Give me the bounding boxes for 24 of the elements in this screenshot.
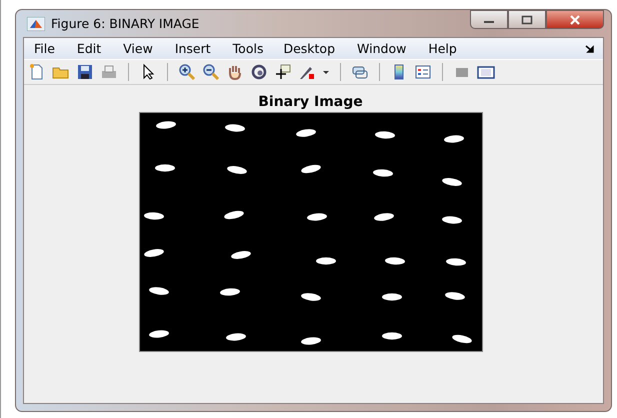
- close-button[interactable]: [546, 10, 604, 29]
- window-title: Figure 6: BINARY IMAGE: [51, 16, 200, 31]
- dock-arrow-icon[interactable]: [585, 44, 595, 54]
- close-icon: [569, 14, 581, 24]
- data-cursor-icon[interactable]: [274, 63, 292, 81]
- app-logo-icon: [27, 16, 45, 30]
- zoom-out-icon[interactable]: [202, 63, 220, 81]
- menu-item[interactable]: File: [34, 41, 55, 56]
- maximize-button[interactable]: [508, 10, 546, 29]
- menu-item[interactable]: Edit: [76, 41, 102, 56]
- save-icon[interactable]: [76, 63, 94, 81]
- menu-item[interactable]: Help: [428, 41, 457, 56]
- zoom-in-icon[interactable]: [178, 63, 196, 81]
- menu-item[interactable]: Desktop: [283, 41, 336, 56]
- maximize-icon: [521, 14, 533, 24]
- hand-icon[interactable]: [226, 63, 244, 81]
- rotate-icon[interactable]: [250, 63, 268, 81]
- minimize-button[interactable]: [470, 10, 508, 29]
- menu-item[interactable]: View: [123, 41, 153, 56]
- menu-item[interactable]: Tools: [232, 41, 264, 56]
- menu-item[interactable]: Insert: [174, 41, 211, 56]
- legend-icon[interactable]: [414, 63, 432, 81]
- axes-title: Binary Image: [258, 94, 363, 112]
- menu-item[interactable]: Window: [357, 41, 406, 56]
